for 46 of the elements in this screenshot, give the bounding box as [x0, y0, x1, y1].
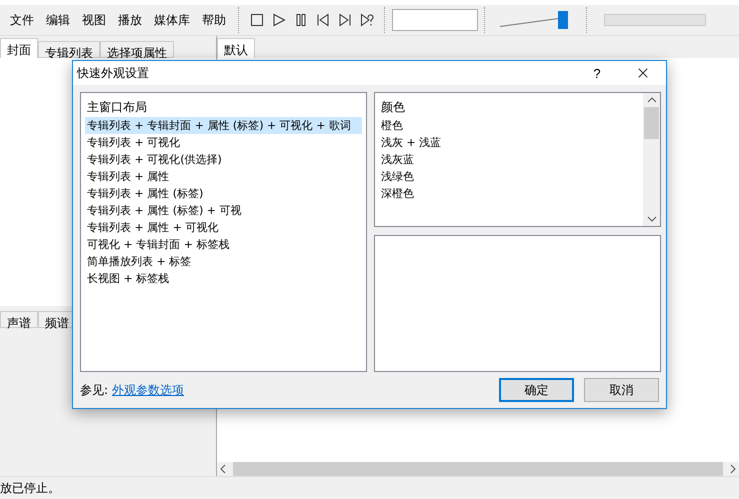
list-item[interactable]: 深橙色 [379, 185, 639, 202]
color-list[interactable]: 颜色 橙色 浅灰 + 浅蓝 浅灰蓝 浅绿色 深橙色 [374, 92, 661, 227]
list-item[interactable]: 浅灰蓝 [379, 151, 639, 168]
list-item[interactable]: 专辑列表 + 属性 [85, 168, 362, 185]
square-icon [250, 13, 264, 27]
pause-icon [294, 13, 308, 27]
slider-thumb[interactable] [558, 11, 568, 29]
menu-item[interactable]: 视图 [76, 12, 112, 28]
vertical-scrollbar[interactable] [643, 93, 660, 226]
play-icon [272, 13, 286, 27]
list-item[interactable]: 橙色 [379, 117, 639, 134]
previous-icon [316, 13, 330, 27]
tab[interactable]: 声谱 [0, 311, 38, 328]
options-link[interactable]: 外观参数选项 [112, 382, 489, 398]
list-item[interactable]: 专辑列表 + 属性 + 可视化 [85, 219, 362, 236]
menu-item[interactable]: 媒体库 [148, 12, 196, 28]
list-item[interactable]: 专辑列表 + 可视化 [85, 134, 362, 151]
menu-item[interactable]: 文件 [4, 12, 40, 28]
list-item[interactable]: 简单播放列表 + 标签 [85, 253, 362, 270]
menu-item[interactable]: 播放 [112, 12, 148, 28]
list-heading: 颜色 [380, 99, 406, 116]
status-text: 放已停止。 [0, 480, 60, 496]
dialog-title: 快速外观设置 [77, 64, 150, 82]
help-button[interactable]: ? [574, 66, 620, 80]
tab[interactable]: 专辑列表 [38, 41, 100, 58]
list-item[interactable]: 专辑列表 + 属性 (标签) [85, 185, 362, 202]
list-item[interactable]: 浅灰 + 浅蓝 [379, 134, 639, 151]
text-field[interactable] [392, 9, 478, 31]
dialog-button[interactable]: 取消 [584, 378, 659, 402]
list-item[interactable]: 专辑列表 + 可视化(供选择) [85, 151, 362, 168]
list-heading: 主窗口布局 [86, 99, 148, 116]
list-item[interactable]: 可视化 + 专辑封面 + 标签栈 [85, 236, 362, 253]
layout-list[interactable]: 主窗口布局 专辑列表 + 专辑封面 + 属性 (标签) + 可视化 + 歌词 专辑列表 + 可视化 专辑列表 + 可视化(供选择) 专辑列表 + 属性 专辑列表 + 属性 (标签) 专辑列表 + 属性 (标签) + 可视 专辑列表 + 属性 + 可视化 可视化 + 专辑封面 + 标签栈 简单播放列表 + 标签 长视图 + 标签栈 [80, 92, 367, 372]
list-item[interactable]: 专辑列表 + 专辑封面 + 属性 (标签) + 可视化 + 歌词 [85, 117, 362, 134]
next-icon [338, 13, 352, 27]
dialog-button[interactable]: 确定 [499, 378, 574, 402]
tab[interactable]: 默认 [217, 38, 255, 58]
list-item[interactable]: 专辑列表 + 属性 (标签) + 可视 [85, 202, 362, 219]
list-item[interactable]: 浅绿色 [379, 168, 639, 185]
see-also-label: 参见: [80, 382, 108, 398]
list-item[interactable]: 长视图 + 标签栈 [85, 270, 362, 287]
play-question-icon [360, 13, 374, 27]
menu-item[interactable]: 编辑 [40, 12, 76, 28]
menu-item[interactable]: 帮助 [196, 12, 232, 28]
tab[interactable]: 封面 [0, 38, 38, 58]
scrollbar-thumb[interactable] [644, 107, 659, 139]
